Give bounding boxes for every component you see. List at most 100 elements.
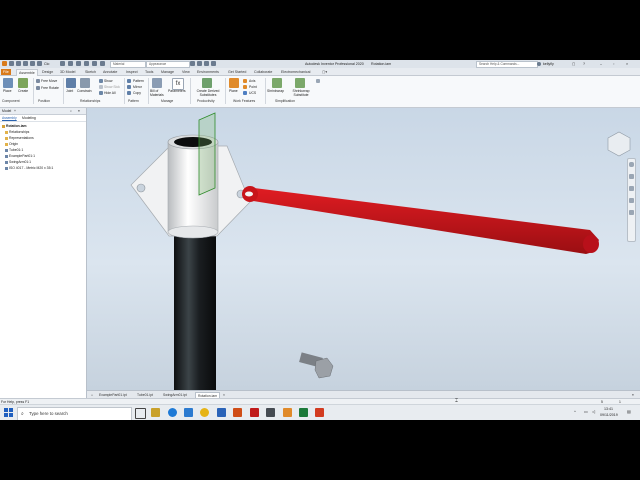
group-manage[interactable]: Manage	[161, 99, 173, 104]
tab-view[interactable]: View	[180, 69, 192, 75]
free-rotate-button[interactable]: Free Rotate	[41, 86, 59, 90]
constrain-button[interactable]: Constrain	[77, 89, 92, 93]
group-productivity[interactable]: Productivity	[197, 99, 215, 104]
ribbon-options-icon[interactable]	[316, 79, 320, 83]
group-work-features[interactable]: Work Features	[233, 99, 255, 104]
tab-tools[interactable]: Tools	[143, 69, 155, 75]
place-icon[interactable]	[3, 78, 13, 88]
appearance-dropdown[interactable]: Appearance	[146, 61, 190, 68]
model-view[interactable]	[87, 108, 640, 390]
tab-manage[interactable]: Manage	[159, 69, 176, 75]
windows-start-icon[interactable]	[4, 408, 13, 417]
parameters-button[interactable]: Parameters	[168, 89, 186, 93]
tube-part[interactable]	[174, 228, 216, 390]
tree-item-representations[interactable]: Representations	[5, 136, 34, 141]
maximize-icon[interactable]: ▫	[613, 61, 614, 67]
tree-item-tube[interactable]: Tube01:1	[5, 148, 23, 153]
material-dropdown[interactable]: Material	[110, 61, 146, 68]
swing-arm-part[interactable]	[247, 188, 599, 254]
tray-expand-icon[interactable]: ^	[574, 409, 576, 414]
plane-button[interactable]: Plane	[229, 89, 238, 93]
copy-icon[interactable]	[127, 91, 131, 95]
bolt-head[interactable]	[314, 357, 334, 379]
redo-icon[interactable]	[37, 61, 42, 66]
browser-menu-icon[interactable]: ≡	[78, 109, 80, 114]
volume-icon[interactable]: ◁	[592, 409, 595, 414]
bill-of-materials-button[interactable]: Bill of Materials	[150, 89, 170, 97]
group-simplification[interactable]: Simplification	[275, 99, 295, 104]
place-button[interactable]: Place	[3, 89, 11, 93]
tab-environments[interactable]: Environments	[195, 69, 221, 75]
plane-icon[interactable]	[229, 78, 239, 88]
adobe-icon[interactable]	[250, 408, 259, 417]
zoom-icon[interactable]	[629, 186, 634, 191]
color-icon[interactable]	[100, 61, 105, 66]
hide-all-button[interactable]: Hide All	[104, 91, 116, 95]
save-icon[interactable]	[23, 61, 28, 66]
user-avatar-icon[interactable]	[537, 62, 541, 66]
create-icon[interactable]	[18, 78, 28, 88]
app-red-icon[interactable]	[315, 408, 324, 417]
app-menu-icon[interactable]	[2, 61, 7, 66]
tree-item-bolt[interactable]: ISO 4017 - Metric M20 x 35:1	[5, 166, 53, 171]
properties-icon[interactable]	[92, 61, 97, 66]
free-move-icon[interactable]	[36, 79, 40, 83]
tree-item-swingarm[interactable]: SwingArm01:1	[5, 160, 31, 165]
bill-of-materials-icon[interactable]	[152, 78, 162, 88]
shrinkwrap-icon[interactable]	[272, 78, 282, 88]
tab-collaborate[interactable]: Collaborate	[252, 69, 274, 75]
update-icon[interactable]	[60, 61, 65, 66]
network-icon[interactable]: ▭	[584, 409, 588, 414]
point-icon[interactable]	[243, 85, 247, 89]
joint-icon[interactable]	[66, 78, 76, 88]
viewcube-icon[interactable]	[607, 131, 631, 157]
create-derived-button[interactable]: Create Derived Substitutes	[193, 89, 223, 97]
close-label[interactable]: Clo	[44, 61, 49, 67]
open-icon[interactable]	[16, 61, 21, 66]
new-icon[interactable]	[9, 61, 14, 66]
group-relationships[interactable]: Relationships	[80, 99, 100, 104]
clock-time[interactable]: 13:41	[604, 407, 613, 411]
adjust-icon[interactable]	[197, 61, 202, 66]
joint-button[interactable]: Joint	[66, 89, 73, 93]
steering-wheel-icon[interactable]	[629, 162, 634, 167]
graphics-window[interactable]	[87, 108, 640, 390]
user-name[interactable]: kellyfly	[543, 61, 554, 67]
show-sick-icon[interactable]	[99, 85, 103, 89]
edge-icon[interactable]	[168, 408, 177, 417]
snap-icon[interactable]	[84, 61, 89, 66]
fx-icon[interactable]	[204, 61, 209, 66]
store-icon[interactable]	[184, 408, 193, 417]
look-at-icon[interactable]	[629, 210, 634, 215]
file-explorer-icon[interactable]	[151, 408, 160, 417]
axis-button[interactable]: Axis	[249, 79, 255, 83]
show-sick-button[interactable]: Show Sick	[104, 85, 120, 89]
excel-icon[interactable]	[299, 408, 308, 417]
tree-item-root[interactable]: Rotation.iam	[2, 124, 27, 129]
tab-file[interactable]: File	[1, 69, 11, 75]
show-button[interactable]: Show	[104, 79, 112, 83]
create-button[interactable]: Create	[18, 89, 28, 93]
ucs-button[interactable]: UCS	[249, 91, 256, 95]
copy-button[interactable]: Copy	[133, 91, 141, 95]
browser-tab-model[interactable]: Model	[2, 109, 11, 114]
tree-item-origin[interactable]: Origin	[5, 142, 18, 147]
close-icon[interactable]: ×	[626, 61, 628, 67]
cart-icon[interactable]: ▢	[572, 61, 575, 67]
group-pattern[interactable]: Pattern	[128, 99, 139, 104]
browser-view-modeling[interactable]: Modeling	[22, 116, 36, 121]
tab-annotate[interactable]: Annotate	[101, 69, 119, 75]
tree-item-example-part[interactable]: ExamplePart01:1	[5, 154, 35, 159]
work-plane[interactable]	[198, 112, 216, 196]
free-rotate-icon[interactable]	[36, 86, 40, 90]
tab-electromechanical[interactable]: Electromechanical	[279, 69, 312, 75]
axis-icon[interactable]	[243, 79, 247, 83]
settings-icon[interactable]	[217, 408, 226, 417]
qat-more-icon[interactable]	[211, 61, 216, 66]
ucs-icon[interactable]	[243, 91, 247, 95]
task-view-icon[interactable]	[135, 408, 146, 419]
point-button[interactable]: Point	[249, 85, 257, 89]
clock-date[interactable]: 09/11/2019	[600, 413, 618, 417]
taskbar-search-input[interactable]: ⌕ Type here to search	[17, 407, 132, 420]
pattern-icon[interactable]	[127, 79, 131, 83]
